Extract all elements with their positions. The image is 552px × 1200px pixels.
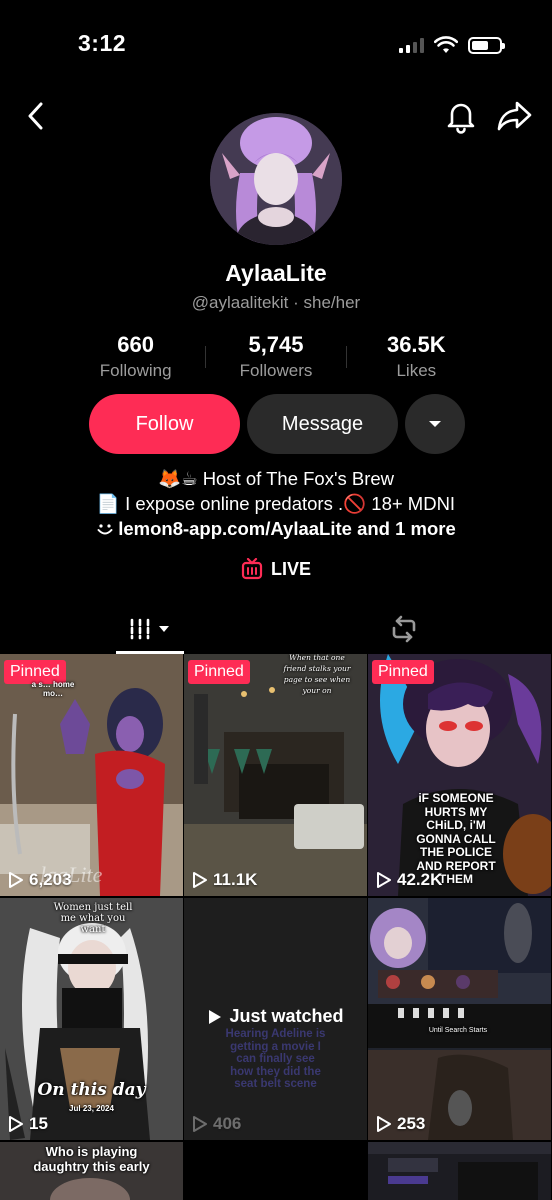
view-count-value: 6,203 <box>29 870 72 889</box>
video-tile[interactable]: Who is playing daughtry this early <box>0 1142 183 1200</box>
avatar[interactable] <box>210 113 342 245</box>
pinned-badge: Pinned <box>188 660 250 684</box>
chevron-down-icon <box>159 626 169 632</box>
play-icon <box>9 1116 23 1132</box>
video-tile[interactable] <box>184 1142 367 1200</box>
cellular-signal-icon <box>399 37 424 53</box>
view-count-value: 11.1K <box>213 870 258 889</box>
handle-row: @aylaalitekit · she/her <box>0 293 552 313</box>
play-icon <box>377 872 391 888</box>
status-icons <box>399 36 505 54</box>
tab-videos[interactable] <box>114 606 184 652</box>
notification-bell-button[interactable] <box>444 98 478 134</box>
wifi-icon <box>434 36 458 53</box>
grid-icon <box>130 618 150 640</box>
avatar-image <box>210 113 342 245</box>
view-count: 42.2K <box>376 870 442 890</box>
play-icon <box>193 872 207 888</box>
link-icon <box>97 524 113 535</box>
stat-likes-label: Likes <box>396 361 437 380</box>
view-count: 253 <box>376 1114 425 1134</box>
stat-following-value: 660 <box>117 332 155 357</box>
back-icon <box>28 102 43 130</box>
chevron-down-icon <box>429 421 441 427</box>
view-count: 6,203 <box>8 870 72 890</box>
video-caption: Until Search Starts <box>428 1027 488 1034</box>
stat-following-label: Following <box>99 361 172 380</box>
stat-likes-value: 36.5K <box>386 332 446 357</box>
stat-followers-value: 5,745 <box>248 332 304 357</box>
view-count-value: 253 <box>397 1114 426 1133</box>
just-watched-text: Just watched <box>229 1006 344 1026</box>
video-tile[interactable]: Just watched Hearing Adeline is getting … <box>184 898 367 1140</box>
message-button[interactable]: Message <box>247 394 398 454</box>
video-caption: Who is playing daughtry this early <box>33 1144 150 1174</box>
view-count-value: 15 <box>29 1114 48 1133</box>
view-count-value: 42.2K <box>397 870 443 889</box>
view-count: 15 <box>8 1114 48 1134</box>
profile-actions: Follow Message <box>89 394 465 454</box>
just-watched-label: Just watched <box>184 1006 367 1027</box>
video-tile[interactable]: Pinned iF SOMEONE HURTS MY CHiLD, i'M GO… <box>368 654 551 896</box>
view-count: 406 <box>192 1114 241 1134</box>
bio-line-2: 📄 I expose online predators .🚫 18+ MDNI <box>96 493 456 514</box>
bio-line-1: 🦊☕ Host of The Fox's Brew <box>157 468 395 489</box>
battery-icon <box>468 36 505 54</box>
play-icon <box>377 1116 391 1132</box>
share-button[interactable] <box>496 98 534 134</box>
more-options-button[interactable] <box>405 394 465 454</box>
memory-date: Jul 23, 2024 <box>69 1104 114 1113</box>
bio-link-row[interactable]: lemon8-app.com/AylaaLite and 1 more <box>0 516 552 541</box>
stat-followers[interactable]: 5,745 Followers <box>206 332 345 382</box>
view-count-value: 406 <box>213 1114 242 1133</box>
video-caption: When that one friend stalks your page to… <box>283 654 351 695</box>
video-caption: a s… home mo… <box>31 680 75 698</box>
profile-stats: 660 Following 5,745 Followers 36.5K Like… <box>66 332 486 382</box>
tab-reposts[interactable] <box>384 606 424 652</box>
repost-icon <box>392 615 416 643</box>
live-tv-icon <box>241 558 263 580</box>
back-button[interactable] <box>22 98 52 134</box>
video-tile[interactable] <box>368 1142 551 1200</box>
share-icon <box>497 101 532 131</box>
live-button[interactable]: LIVE <box>0 558 552 580</box>
bell-icon <box>447 103 475 134</box>
video-tile[interactable]: Pinned When that one friend stalks your … <box>184 654 367 896</box>
video-tile[interactable]: Women just tell me what you want On this… <box>0 898 183 1140</box>
handle-separator: · <box>288 293 304 312</box>
on-this-day-label: On this day <box>37 1080 146 1100</box>
pronouns: she/her <box>303 293 361 312</box>
content-tabs <box>0 606 552 654</box>
bio: 🦊☕ Host of The Fox's Brew 📄 I expose onl… <box>0 466 552 541</box>
play-icon <box>209 1009 222 1024</box>
video-thumbnail <box>368 898 551 1140</box>
view-count: 11.1K <box>192 870 257 890</box>
bio-link[interactable]: lemon8-app.com/AylaaLite <box>118 518 352 539</box>
stat-following[interactable]: 660 Following <box>66 332 205 382</box>
display-name: AylaaLite <box>225 260 327 286</box>
play-icon <box>9 872 23 888</box>
live-label: LIVE <box>270 558 311 579</box>
play-icon <box>193 1116 207 1132</box>
status-time: 3:12 <box>78 30 127 56</box>
stat-followers-label: Followers <box>239 361 313 380</box>
video-caption: Women just tell me what you want <box>53 902 133 935</box>
video-thumbnail <box>368 1142 551 1200</box>
pinned-badge: Pinned <box>372 660 434 684</box>
video-tile[interactable]: Until Search Starts 253 <box>368 898 551 1140</box>
stat-likes[interactable]: 36.5K Likes <box>347 332 486 382</box>
username: @aylaalitekit <box>191 293 289 312</box>
video-tile[interactable]: laaLite Pinned a s… home mo… 6,203 <box>0 654 183 896</box>
video-caption: Hearing Adeline is getting a movie I can… <box>225 1028 326 1090</box>
follow-button[interactable]: Follow <box>89 394 240 454</box>
status-bar: 3:12 <box>0 0 552 90</box>
bio-link-more[interactable]: and 1 more <box>357 518 456 539</box>
